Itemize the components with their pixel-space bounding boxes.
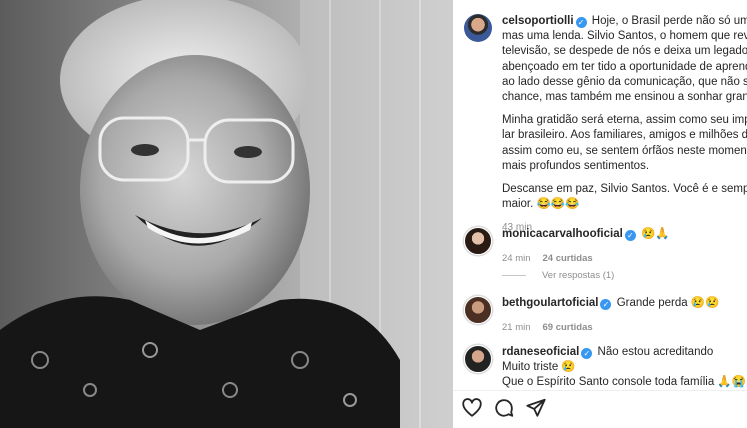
author-username[interactable]: celsoportiolli [502, 15, 574, 27]
comment-time[interactable]: 24 min [502, 253, 531, 264]
comment-meta: 21 min 69 curtidas [502, 320, 720, 335]
comment-body: bethgoulartoficial ✓ Grande perda 😢😢 21 m… [502, 296, 720, 335]
comment-text-line: Muito triste 😢 [502, 361, 576, 373]
caption-line: ao lado desse gênio da comunicação, que … [502, 75, 747, 88]
comment-text: Não estou acreditando [597, 346, 714, 358]
view-replies-label: Ver respostas (1) [542, 270, 615, 281]
photo-illustration [0, 0, 453, 428]
post-photo [0, 0, 453, 428]
caption-line: mais profundos sentimentos. [502, 159, 650, 172]
comment-item: monicacarvalhooficial ✓ 😢🙏 24 min 24 curti… [464, 227, 747, 266]
verified-badge-icon: ✓ [624, 230, 636, 241]
view-replies-button[interactable]: Ver respostas (1) [502, 270, 614, 281]
caption-line: chance, mas também me ensinou a sonhar g… [502, 91, 747, 104]
caption-paragraph-3: Descanse em paz, Silvio Santos. Você é e… [502, 182, 747, 212]
heart-icon[interactable] [461, 397, 483, 419]
commenter-username[interactable]: monicacarvalhooficial [502, 228, 623, 240]
commenter-avatar[interactable] [464, 227, 492, 255]
commenter-avatar[interactable] [464, 345, 492, 373]
caption-line: Hoje, o Brasil perde não só um comunicad… [591, 15, 747, 27]
caption-line: assim como eu, se sentem órfãos neste mo… [502, 144, 747, 157]
comment-body: rdaneseoficial ✓ Não estou acreditando Mu… [502, 345, 746, 390]
comment-body: monicacarvalhooficial ✓ 😢🙏 24 min 24 curti… [502, 227, 670, 266]
replies-line [502, 275, 526, 276]
author-avatar[interactable] [464, 14, 492, 42]
comment-text-line: Que o Espírito Santo console toda famíli… [502, 376, 747, 388]
caption-paragraph-1: celsoportiolli ✓ Hoje, o Brasil perde não… [502, 14, 747, 105]
comment-text: Grande perda 😢😢 [616, 297, 720, 309]
comment-likes[interactable]: 24 curtidas [543, 253, 593, 264]
comment-text: 😢🙏 [641, 228, 670, 240]
share-icon[interactable] [525, 397, 547, 419]
comment-item: rdaneseoficial ✓ Não estou acreditando Mu… [464, 345, 747, 390]
caption-body: celsoportiolli ✓ Hoje, o Brasil perde não… [502, 14, 747, 236]
verified-badge-icon: ✓ [575, 17, 587, 28]
caption-line: televisão, se despede de nós e deixa um … [502, 45, 747, 58]
caption-line: Descanse em paz, Silvio Santos. Você é e… [502, 183, 747, 196]
caption-line: Minha gratidão será eterna, assim como s… [502, 114, 747, 127]
commenter-username[interactable]: bethgoulartoficial [502, 297, 598, 309]
comment-time[interactable]: 21 min [502, 322, 531, 333]
caption-line: maior. 😂😂😂 [502, 198, 580, 211]
caption-line: mas uma lenda. Silvio Santos, o homem qu… [502, 30, 747, 43]
post-caption: celsoportiolli ✓ Hoje, o Brasil perde não… [464, 14, 747, 236]
caption-line: abençoado em ter tido a oportunidade de … [502, 60, 747, 73]
caption-paragraph-2: Minha gratidão será eterna, assim como s… [502, 113, 747, 174]
verified-badge-icon: ✓ [581, 348, 593, 359]
post-side-panel: celsoportiolli ✓ Hoje, o Brasil perde não… [453, 0, 747, 428]
action-bar [461, 397, 547, 419]
comment-icon[interactable] [493, 397, 515, 419]
commenter-username[interactable]: rdaneseoficial [502, 346, 579, 358]
comment-likes[interactable]: 69 curtidas [543, 322, 593, 333]
caption-line: lar brasileiro. Aos familiares, amigos e… [502, 129, 747, 142]
commenter-avatar[interactable] [464, 296, 492, 324]
comment-meta: 24 min 24 curtidas [502, 251, 670, 266]
actions-divider [453, 390, 747, 391]
verified-badge-icon: ✓ [600, 299, 612, 310]
comment-item: bethgoulartoficial ✓ Grande perda 😢😢 21 m… [464, 296, 747, 335]
